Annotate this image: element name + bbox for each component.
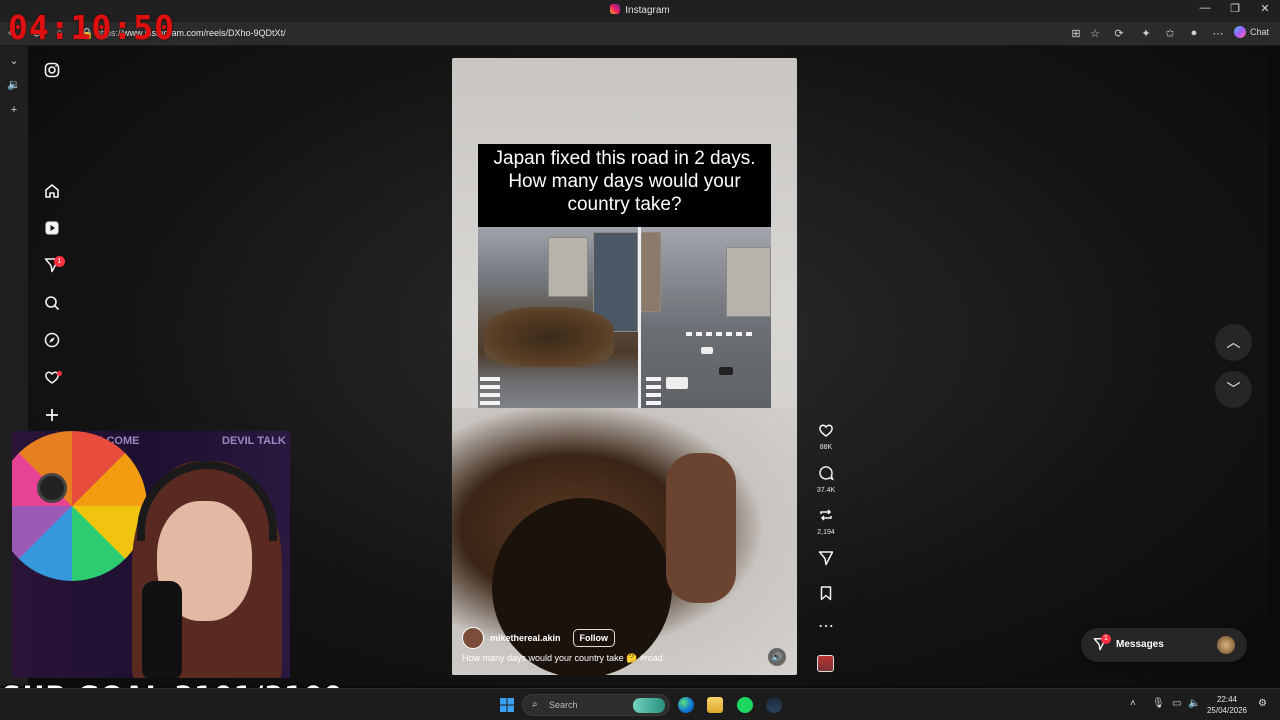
show-hidden-icons-icon[interactable]: ˄ [1130,698,1136,709]
reel-author: mikethereal.akin Follow [462,627,616,649]
clock-time: 22:44 [1216,695,1238,704]
windows-taskbar: ⌕ Search ˄ 🎙 ▭ 🔈 22:44 25/04/2026 ⚙ [0,688,1280,720]
file-explorer-icon[interactable] [707,697,723,713]
taskbar-search[interactable]: ⌕ Search [522,694,670,716]
like-heart-icon [812,422,840,443]
comment-bubble-icon [812,465,840,486]
comment-count: 37.4K [816,487,836,494]
copilot-chat-button[interactable]: Chat [1234,26,1269,38]
instagram-favicon-icon [610,4,621,14]
comment-button[interactable]: 37.4K [812,465,840,494]
chevron-down-icon: ﹀ [1226,381,1241,397]
more-dots-icon: ⋯ [818,618,834,635]
close-window-button[interactable]: ✕ [1250,2,1280,15]
next-reel-button[interactable]: ﹀ [1215,371,1252,408]
taskbar-clock[interactable]: 22:44 25/04/2026 [1205,694,1249,716]
search-placeholder: Search [549,700,578,710]
volume-icon[interactable]: 🔈 [1188,698,1200,709]
windows-start-icon[interactable] [499,697,515,713]
reel-text-overlay: Japan fixed this road in 2 days. How man… [478,144,771,227]
favorite-star-icon[interactable]: ☆ [1087,27,1103,40]
search-icon: ⌕ [532,699,538,710]
edge-browser-icon[interactable] [678,697,694,713]
messages-badge: 1 [1101,634,1111,644]
spin-wheel [12,431,147,581]
address-bar: ‹ ↻ ⌂ 🔒 https://www.instagram.com/reels/… [0,22,1280,46]
profile-icon[interactable]: ● [1186,27,1202,39]
restore-button[interactable]: ❐ [1220,2,1250,15]
stream-timer: 04:10:50 [8,8,175,47]
streamer-webcam: WELCOME DEVIL TALK [12,431,290,678]
bookmark-icon [812,585,840,606]
instagram-logo-icon[interactable] [43,62,61,80]
copilot-icon [1234,26,1246,38]
clock-date: 25/04/2026 [1206,706,1248,715]
extensions-icon[interactable]: ✦ [1138,27,1154,40]
window-title: Instagram [0,4,1280,16]
extensions-refresh-icon[interactable]: ⟳ [1111,27,1127,40]
steam-icon[interactable] [766,697,782,713]
home-nav-icon[interactable] [43,183,61,201]
new-tab-icon[interactable]: + [7,104,21,116]
share-paper-plane-icon [812,550,840,571]
chevron-down-icon[interactable]: ⌄ [7,54,21,67]
notifications-icon[interactable]: ⚙ [1258,698,1267,709]
network-icon[interactable]: ▭ [1172,698,1181,709]
repost-count: 2,194 [817,529,835,536]
author-avatar[interactable] [462,627,484,649]
creator-hand [666,453,736,603]
favorites-icon[interactable]: ✩ [1162,27,1178,40]
more-options-button[interactable]: ⋯ [812,618,840,636]
repost-icon [812,507,840,528]
like-button[interactable]: 88K [812,422,840,451]
author-username[interactable]: mikethereal.akin [490,633,561,643]
messages-avatar [1217,636,1235,654]
tab-title: Instagram [625,5,670,16]
chevron-up-icon: ︿ [1226,334,1241,350]
road-after-image [641,227,771,420]
microphone-tray-icon[interactable]: 🎙 [1152,698,1165,709]
activity-dot [57,371,62,376]
search-highlight-image [633,698,665,713]
search-nav-icon[interactable] [43,295,61,313]
minimize-button[interactable]: — [1190,2,1220,14]
notification-badge: 1 [54,256,65,267]
explore-compass-icon[interactable] [43,332,61,350]
audio-tab-icon[interactable]: 🔉 [7,78,21,91]
reel-video[interactable]: Japan fixed this road in 2 days. How man… [452,58,797,675]
save-button[interactable] [812,585,840,606]
repost-button[interactable]: 2,194 [812,507,840,536]
app-available-icon[interactable]: ⊞ [1068,27,1084,40]
previous-reel-button[interactable]: ︿ [1215,324,1252,361]
wheel-center [37,473,67,503]
messages-label: Messages [1116,639,1164,650]
browser-title-bar: Instagram — ❐ ✕ [0,0,1280,22]
audio-track-thumbnail[interactable] [817,655,834,672]
microphone [142,581,182,678]
share-button[interactable] [812,550,840,571]
mute-toggle-icon[interactable]: 🔊 [768,648,786,666]
reels-nav-icon[interactable] [43,220,61,238]
reel-description[interactable]: How many days would your country take 🤔 … [462,653,663,664]
spotify-icon[interactable] [737,697,753,713]
create-plus-icon[interactable] [43,407,61,425]
like-count: 88K [819,444,833,451]
follow-button[interactable]: Follow [572,629,616,647]
road-before-image [478,227,640,420]
more-options-icon[interactable]: ⋯ [1210,27,1226,40]
messages-button[interactable]: 1 Messages [1081,628,1247,662]
